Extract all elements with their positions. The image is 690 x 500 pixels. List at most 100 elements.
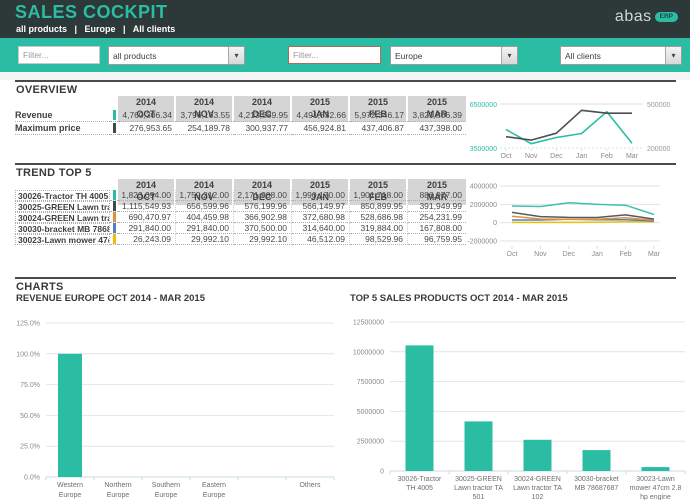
overview-table: 2014OCT2014NOV2014DEC2015JAN2015FEB2015M… [15,96,466,135]
revenue-europe-chart-title: REVENUE EUROPE OCT 2014 - MAR 2015 [16,293,205,304]
svg-text:0: 0 [493,220,497,227]
svg-text:501: 501 [473,494,485,500]
svg-text:Dec: Dec [550,153,563,160]
product-filter-input[interactable] [18,46,100,64]
cell-value: 366,902.98 [234,212,292,223]
series-color-marker [113,223,116,233]
cell-value: 456,924.81 [292,122,350,135]
cell-value: 850,899.95 [350,201,408,212]
svg-text:102: 102 [532,494,544,500]
product-select-wrap: all products ▾ [108,46,245,65]
cell-value: 291,840.00 [118,223,176,234]
bar-top5_products [583,450,611,471]
cell-value: 96,759.95 [408,234,466,245]
svg-text:Lawn tractor TA: Lawn tractor TA [454,485,503,492]
cell-value: 4,491,832.66 [292,109,350,122]
svg-text:0: 0 [380,469,384,476]
cell-value: 46,512.09 [292,234,350,245]
svg-text:Mar: Mar [626,153,639,160]
svg-text:Lawn tractor TA: Lawn tractor TA [513,485,562,492]
cell-value: 1,901,718.00 [350,190,408,201]
active-filters-summary: all products | Europe | All clients [16,24,175,34]
cell-value: 5,972,346.17 [350,109,408,122]
svg-text:100.0%: 100.0% [16,351,40,358]
svg-text:Jan: Jan [576,153,587,160]
svg-text:Others: Others [299,482,321,489]
svg-text:30026-Tractor: 30026-Tractor [398,476,442,483]
top5-products-bar-chart: 1250000010000000750000050000002500000030… [345,305,690,500]
revenue-europe-bar-chart: 125.0%100.0%75.0%50.0%25.0%0.0%WesternEu… [15,305,345,500]
svg-text:Feb: Feb [620,251,632,258]
cell-value: 98,529.96 [350,234,408,245]
svg-text:Oct: Oct [507,251,518,258]
bar-top5_products [406,345,434,471]
abas-logo-text: abas [615,8,652,26]
trend-sparkline-chart: 400000020000000-2000000OctNovDecJanFebMa… [462,178,690,262]
svg-text:5000000: 5000000 [357,409,384,416]
region-select-wrap: Europe ▾ [390,46,518,65]
svg-text:Europe: Europe [59,492,82,499]
charts-section-title: CHARTS [16,281,64,293]
svg-text:10000000: 10000000 [353,349,384,356]
cell-value: 314,640.00 [292,223,350,234]
overview-section-title: OVERVIEW [16,84,78,96]
series-color-marker [113,212,116,222]
product-select[interactable]: all products [109,47,228,64]
cell-value: 576,199.96 [234,201,292,212]
cell-value: 372,680.98 [292,212,350,223]
cell-value: 656,599.96 [176,201,234,212]
svg-text:Eastern: Eastern [202,482,226,489]
cell-value: 276,953.65 [118,122,176,135]
cell-value: 690,470.97 [118,212,176,223]
cell-value: 437,406.87 [350,122,408,135]
svg-text:Nov: Nov [534,251,547,258]
svg-text:30023-Lawn: 30023-Lawn [636,476,675,483]
row-label: Maximum price [15,122,110,135]
row-label: 30026-Tractor TH 4005 [15,190,110,201]
cell-value: 167,808.00 [408,223,466,234]
svg-text:3500000: 3500000 [470,146,497,153]
cell-value: 1,115,549.93 [118,201,176,212]
overview-sparkline-chart: 65000003500000500000200000OctNovDecJanFe… [462,95,690,163]
series-color-marker [113,234,116,244]
abas-logo: abas ERP [615,8,678,26]
client-select[interactable]: All clients [561,47,665,64]
svg-text:TH 4005: TH 4005 [406,485,433,492]
cell-value: 2,171,988.00 [234,190,292,201]
svg-text:200000: 200000 [647,146,670,153]
svg-text:Europe: Europe [107,492,130,499]
svg-text:Dec: Dec [563,251,576,258]
cell-value: 1,990,170.00 [292,190,350,201]
cell-value: 528,686.98 [350,212,408,223]
cell-value: 404,459.98 [176,212,234,223]
region-filter-input[interactable] [288,46,381,64]
svg-text:125.0%: 125.0% [16,321,40,328]
series-color-marker [113,110,116,120]
trend-top5-table: 2014OCT2014NOV2014DEC2015JAN2015FEB2015M… [15,179,466,245]
svg-text:6500000: 6500000 [470,102,497,109]
svg-text:0.0%: 0.0% [24,475,40,482]
svg-text:500000: 500000 [647,102,670,109]
svg-text:30030-bracket: 30030-bracket [574,476,619,483]
chevron-down-icon: ▾ [665,47,681,64]
svg-text:Jan: Jan [592,251,603,258]
cell-value: 3,821,806.39 [408,109,466,122]
svg-text:mower 47cm 2.8: mower 47cm 2.8 [630,485,682,492]
cell-value: 291,840.00 [176,223,234,234]
cell-value: 29,992.10 [234,234,292,245]
row-marker [110,201,118,212]
cell-value: 437,398.00 [408,122,466,135]
cell-value: 4,213,589.95 [234,109,292,122]
cell-value: 370,500.00 [234,223,292,234]
app-header: SALES COCKPIT all products | Europe | Al… [0,0,690,38]
svg-text:30025-GREEN: 30025-GREEN [455,476,502,483]
bar-revenue_europe [58,354,82,477]
erp-badge: ERP [655,12,678,23]
section-divider [15,163,676,165]
section-divider [15,277,676,279]
svg-text:2500000: 2500000 [357,439,384,446]
row-label: Revenue [15,109,110,122]
row-marker [110,122,118,135]
row-marker [110,190,118,201]
region-select[interactable]: Europe [391,47,501,64]
